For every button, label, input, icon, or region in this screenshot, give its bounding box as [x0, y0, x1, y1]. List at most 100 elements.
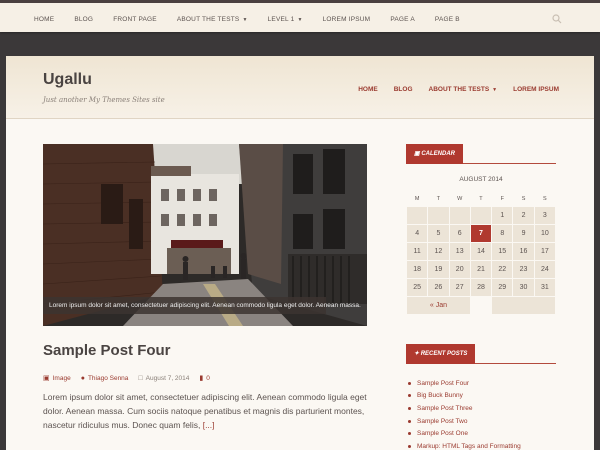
main-nav: HOME BLOG ABOUT THE TESTS ▼ LOREM IPSUM: [342, 86, 559, 93]
calendar-day-cell[interactable]: 8: [491, 223, 514, 243]
calendar-day-cell[interactable]: 21: [469, 259, 493, 279]
read-more-link[interactable]: [...]: [203, 420, 215, 430]
calendar-day-cell[interactable]: 10: [533, 223, 557, 243]
weekday: T: [479, 195, 483, 202]
bullet-icon: [408, 419, 411, 423]
calendar-day-cell[interactable]: 19: [427, 259, 450, 279]
post-title[interactable]: Sample Post Four: [43, 342, 171, 359]
top-nav-front-page[interactable]: FRONT PAGE: [113, 16, 157, 23]
main-nav-about-the-tests[interactable]: ABOUT THE TESTS ▼: [429, 86, 498, 93]
calendar-empty-cell: [427, 205, 450, 225]
top-nav-lorem-ipsum[interactable]: LOREM IPSUM: [323, 16, 371, 23]
post-format[interactable]: ▣ Image: [43, 374, 71, 383]
recent-post-item[interactable]: Markup: HTML Tags and Formatting: [408, 440, 558, 450]
top-nav-level-1[interactable]: LEVEL 1 ▼: [268, 16, 303, 23]
calendar-day-cell[interactable]: 16: [512, 241, 535, 261]
calendar-weekday-row: M T W T F S S: [407, 192, 556, 206]
calendar-day-cell[interactable]: 23: [512, 259, 535, 279]
post-date-label: August 7, 2014: [145, 374, 190, 382]
top-nav-blog[interactable]: BLOG: [74, 16, 93, 23]
bullet-icon: [408, 432, 411, 436]
site-title[interactable]: Ugallu: [43, 71, 92, 89]
post-author[interactable]: ● Thiago Senna: [81, 375, 129, 382]
calendar-caption: AUGUST 2014: [459, 176, 503, 183]
calendar-day-cell[interactable]: 12: [427, 241, 450, 261]
chevron-down-icon: ▼: [297, 17, 303, 23]
weekday: S: [521, 195, 526, 202]
top-nav-level-1-label: LEVEL 1: [267, 16, 295, 23]
bullet-icon: [408, 394, 411, 398]
calendar-day-cell[interactable]: 13: [448, 241, 471, 261]
image-caption: Lorem ipsum dolor sit amet, consectetuer…: [43, 297, 361, 314]
calendar-body: 1 2 3 4 5 6 7 8 9 10 11 12 13 14 15 16 17 18 19 20 21 22 23 24 2…: [405, 205, 557, 297]
top-nav-about-the-tests[interactable]: ABOUT THE TESTS ▼: [177, 16, 248, 23]
calendar-day-cell[interactable]: 20: [448, 259, 471, 279]
calendar-day-cell[interactable]: 15: [491, 241, 514, 261]
recent-posts-widget-title-label: Recent Posts: [420, 351, 468, 357]
calendar-empty-cell: [469, 205, 493, 225]
post-comments[interactable]: ▮ 0: [199, 374, 210, 383]
calendar-day-cell[interactable]: 27: [448, 277, 471, 297]
post-format-label: Image: [52, 374, 71, 382]
post-date[interactable]: □ August 7, 2014: [138, 375, 189, 382]
main-nav-about-label: ABOUT THE TESTS: [428, 86, 490, 93]
recent-post-label: Sample Post One: [417, 430, 468, 438]
recent-post-item[interactable]: Big Buck Bunny: [408, 390, 558, 403]
calendar-nav-spacer: [469, 295, 493, 315]
calendar-day-cell[interactable]: 11: [405, 241, 429, 261]
featured-image[interactable]: Lorem ipsum dolor sit amet, consectetuer…: [43, 144, 367, 326]
calendar-empty-cell: [448, 205, 471, 225]
calendar-day-cell[interactable]: 6: [448, 223, 471, 243]
calendar-day-cell[interactable]: 1: [491, 205, 514, 225]
calendar-widget-title: ▣ Calendar: [406, 144, 464, 164]
calendar-next-empty: [491, 295, 556, 315]
calendar-day-cell[interactable]: 28: [469, 277, 493, 297]
main-nav-blog[interactable]: BLOG: [394, 86, 413, 93]
top-nav-home[interactable]: HOME: [34, 16, 54, 23]
calendar-day-cell[interactable]: 4: [405, 223, 429, 243]
calendar-day-cell[interactable]: 18: [405, 259, 429, 279]
calendar-day-cell[interactable]: 5: [427, 223, 450, 243]
post-comments-count: 0: [206, 374, 210, 382]
recent-post-label: Markup: HTML Tags and Formatting: [417, 442, 521, 450]
recent-post-item[interactable]: Sample Post Three: [408, 402, 558, 415]
calendar-day-cell[interactable]: 30: [512, 277, 535, 297]
top-nav: HOME BLOG FRONT PAGE ABOUT THE TESTS ▼ LE…: [34, 16, 480, 23]
calendar-prev-link[interactable]: « Jan: [406, 295, 471, 315]
recent-post-item[interactable]: Sample Post Two: [408, 415, 558, 428]
top-nav-page-a[interactable]: PAGE A: [390, 16, 415, 23]
calendar-day-cell[interactable]: 29: [491, 277, 514, 297]
search-icon[interactable]: [552, 14, 562, 24]
bullet-icon: [408, 444, 411, 448]
calendar-nav-row: « Jan: [406, 295, 556, 315]
recent-posts-widget-title: ✦ Recent Posts: [406, 344, 476, 364]
main-nav-lorem-ipsum[interactable]: LOREM IPSUM: [513, 86, 559, 93]
post-author-label: Thiago Senna: [87, 374, 129, 382]
calendar-day-cell[interactable]: 17: [533, 241, 557, 261]
calendar-widget-header: ▣ Calendar: [406, 144, 556, 164]
main-nav-home[interactable]: HOME: [358, 86, 378, 93]
calendar-day-cell[interactable]: 22: [491, 259, 514, 279]
recent-post-item[interactable]: Sample Post Four: [408, 377, 558, 390]
recent-posts-list: Sample Post Four Big Buck Bunny Sample P…: [408, 377, 558, 450]
calendar-today-cell[interactable]: 7: [469, 223, 493, 243]
calendar-day-cell[interactable]: 26: [427, 277, 450, 297]
site-header: Ugallu Just another My Themes Sites site…: [6, 56, 594, 119]
calendar-icon: □: [138, 374, 143, 382]
calendar-day-cell[interactable]: 14: [469, 241, 493, 261]
bullet-icon: [408, 406, 411, 410]
calendar-day-cell[interactable]: 24: [533, 259, 557, 279]
calendar-widget-title-label: Calendar: [421, 151, 456, 157]
calendar-day-cell[interactable]: 31: [533, 277, 557, 297]
calendar-day-cell[interactable]: 9: [512, 223, 535, 243]
calendar-week-row: 25 26 27 28 29 30 31: [405, 277, 557, 297]
calendar-day-cell[interactable]: 2: [512, 205, 535, 225]
calendar-day-cell[interactable]: 3: [533, 205, 557, 225]
weekday: T: [436, 195, 441, 202]
recent-post-item[interactable]: Sample Post One: [408, 427, 558, 440]
top-nav-page-b[interactable]: PAGE B: [435, 16, 460, 23]
calendar-day-cell[interactable]: 25: [405, 277, 429, 297]
comment-icon: ▮: [199, 375, 204, 382]
weekday: F: [500, 195, 504, 202]
post-meta: ▣ Image ● Thiago Senna □ August 7, 2014 ▮ 0: [43, 374, 220, 383]
